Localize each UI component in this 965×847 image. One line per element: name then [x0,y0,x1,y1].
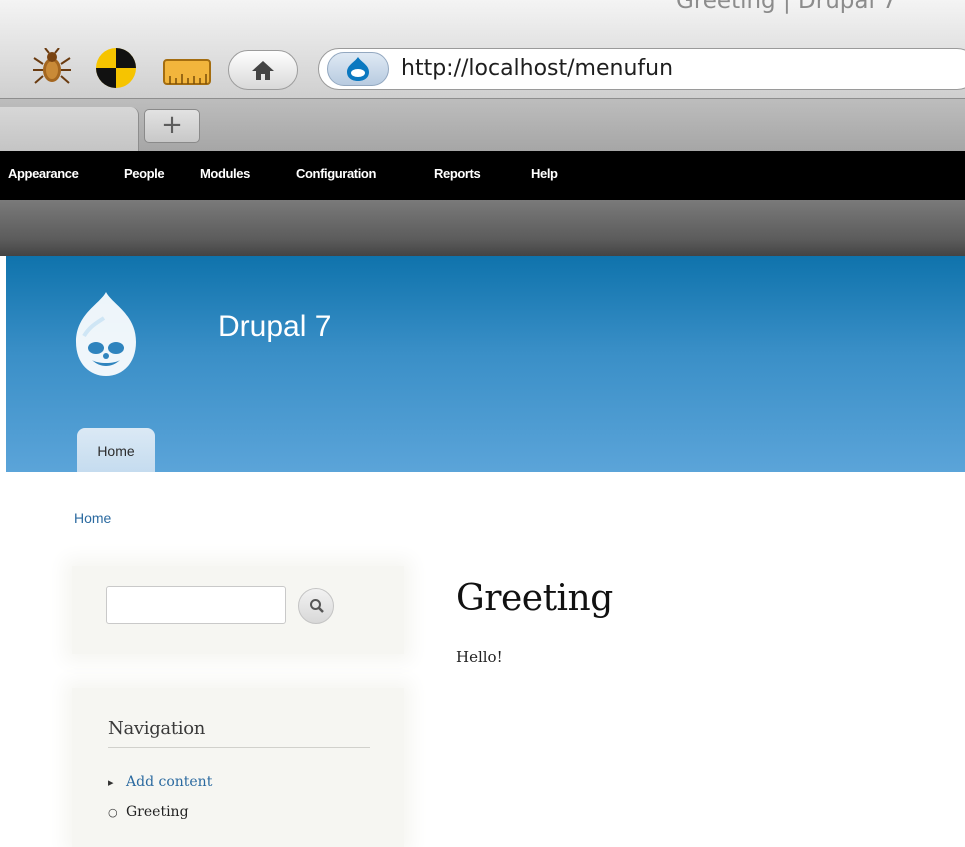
drupal-logo-icon[interactable] [70,290,142,384]
admin-menu-people[interactable]: People [124,166,165,181]
tab-strip: + [0,98,965,152]
breadcrumb-home[interactable]: Home [74,510,111,526]
window-title: Greeting | Drupal 7 [676,0,897,14]
home-icon [252,61,274,80]
browser-tab[interactable] [0,107,139,152]
nav-item-label[interactable]: Greeting [126,804,189,820]
drupal-favicon-icon [347,57,369,81]
url-text[interactable]: http://localhost/menufun [401,56,673,81]
admin-menu-modules[interactable]: Modules [200,166,250,181]
browser-toolbar: Greeting | Drupal 7 http://localhost/men… [0,0,965,98]
site-identity-button[interactable] [327,52,389,86]
search-block [72,566,404,654]
ruler-icon[interactable] [162,56,212,88]
bug-icon[interactable] [32,47,72,88]
site-header: Drupal 7 Home [6,256,965,472]
admin-menu-appearance[interactable]: Appearance [8,166,79,181]
leaf-bullet-icon: ○ [108,806,118,819]
yslow-icon[interactable] [92,44,140,92]
search-input[interactable] [106,586,286,624]
page-title: Greeting [456,578,613,619]
navigation-divider [108,747,370,748]
url-bar[interactable]: http://localhost/menufun [318,48,965,90]
expand-arrow-icon: ▸ [108,776,114,789]
navigation-title: Navigation [108,718,206,739]
nav-item-label[interactable]: Add content [126,774,212,790]
nav-item-greeting[interactable]: ○ Greeting [108,804,189,820]
admin-menu-help[interactable]: Help [531,166,558,181]
admin-toolbar: Appearance People Modules Configuration … [0,151,965,200]
new-tab-button[interactable]: + [144,109,200,143]
shortcut-bar [0,200,965,256]
home-button[interactable] [228,50,298,90]
admin-menu-configuration[interactable]: Configuration [296,166,376,181]
search-button[interactable] [298,588,334,624]
tab-home[interactable]: Home [77,428,155,472]
site-name[interactable]: Drupal 7 [218,310,331,344]
magnifier-icon [310,599,324,613]
navigation-block: Navigation ▸ Add content ○ Greeting [72,688,404,847]
admin-menu-reports[interactable]: Reports [434,166,481,181]
nav-item-add-content[interactable]: ▸ Add content [108,774,212,790]
page-body: Hello! [456,648,503,666]
